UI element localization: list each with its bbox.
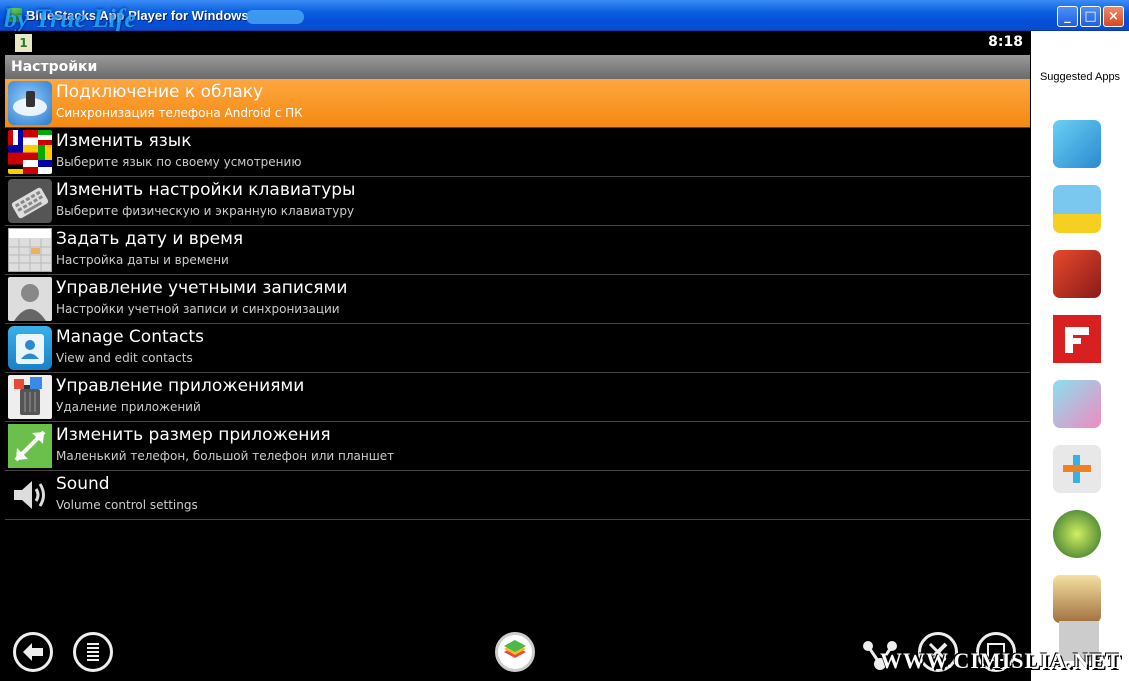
setting-subtitle: Настройка даты и времени <box>56 253 229 267</box>
settings-list: Подключение к облаку Синхронизация телеф… <box>5 79 1030 520</box>
setting-title: Задать дату и время <box>56 229 244 249</box>
status-bar: 1 8:18 <box>5 31 1030 55</box>
setting-subtitle: Маленький телефон, большой телефон или п… <box>56 449 395 463</box>
back-icon[interactable] <box>13 632 53 672</box>
setting-title: Sound <box>56 474 110 494</box>
setting-subtitle: View and edit contacts <box>56 351 193 365</box>
suggested-app-1-icon[interactable] <box>1053 120 1101 168</box>
suggested-app-4-icon[interactable] <box>1053 315 1101 363</box>
notification-icon[interactable]: 1 <box>15 34 32 52</box>
flags-icon <box>8 130 52 174</box>
close-button[interactable]: × <box>1103 6 1124 27</box>
setting-subtitle: Volume control settings <box>56 498 198 512</box>
menu-icon[interactable] <box>73 632 113 672</box>
blurred-region <box>246 10 304 24</box>
setting-app-size[interactable]: Изменить размер приложения Маленький тел… <box>5 422 1030 471</box>
setting-subtitle: Выберите физическую и экранную клавиатур… <box>56 204 355 218</box>
setting-title: Изменить настройки клавиатуры <box>56 180 356 200</box>
window-titlebar: BlueStacks App Player for Windows by Tru… <box>0 0 1129 33</box>
setting-cloud-connect[interactable]: Подключение к облаку Синхронизация телеф… <box>5 79 1030 128</box>
suggested-app-7-icon[interactable] <box>1053 510 1101 558</box>
calendar-icon <box>8 228 52 272</box>
watermark-text: by True Life <box>4 4 136 33</box>
site-watermark: WWW.CIMISLIA.NET <box>880 648 1122 673</box>
setting-title: Подключение к облаку <box>56 82 264 102</box>
setting-accounts[interactable]: Управление учетными записями Настройки у… <box>5 275 1030 324</box>
keyboard-icon <box>8 179 52 223</box>
setting-subtitle: Настройки учетной записи и синхронизации <box>56 302 340 316</box>
suggested-app-6-icon[interactable] <box>1053 445 1101 493</box>
setting-title: Manage Contacts <box>56 327 204 347</box>
suggested-app-3-icon[interactable] <box>1053 250 1101 298</box>
suggested-app-2-icon[interactable] <box>1053 185 1101 233</box>
setting-subtitle: Удаление приложений <box>56 400 201 414</box>
setting-date-time[interactable]: Задать дату и время Настройка даты и вре… <box>5 226 1030 275</box>
suggested-app-5-icon[interactable] <box>1053 380 1101 428</box>
contacts-icon <box>8 326 52 370</box>
speaker-icon <box>8 473 52 517</box>
minimize-button[interactable]: _ <box>1057 6 1078 27</box>
setting-applications[interactable]: Управление приложениями Удаление приложе… <box>5 373 1030 422</box>
setting-sound[interactable]: Sound Volume control settings <box>5 471 1030 520</box>
android-screen: 1 8:18 Настройки Подключение к облаку Си… <box>5 31 1030 681</box>
setting-title: Управление учетными записями <box>56 278 348 298</box>
setting-keyboard[interactable]: Изменить настройки клавиатуры Выберите ф… <box>5 177 1030 226</box>
setting-title: Изменить размер приложения <box>56 425 331 445</box>
resize-icon <box>8 424 52 468</box>
user-icon <box>8 277 52 321</box>
bluestacks-home-icon[interactable] <box>495 632 535 672</box>
setting-subtitle: Синхронизация телефона Android с ПК <box>56 106 303 120</box>
cloud-sync-icon <box>8 81 52 125</box>
suggested-apps-panel: Suggested Apps <box>1031 31 1129 681</box>
setting-subtitle: Выберите язык по своему усмотрению <box>56 155 302 169</box>
maximize-button[interactable]: □ <box>1080 6 1101 27</box>
suggested-app-8-icon[interactable] <box>1053 575 1101 623</box>
trash-apps-icon <box>8 375 52 419</box>
setting-title: Изменить язык <box>56 131 192 151</box>
status-clock: 8:18 <box>988 34 1023 50</box>
setting-title: Управление приложениями <box>56 376 305 396</box>
setting-contacts[interactable]: Manage Contacts View and edit contacts <box>5 324 1030 373</box>
suggested-apps-label: Suggested Apps <box>1039 71 1121 83</box>
setting-language[interactable]: Изменить язык Выберите язык по своему ус… <box>5 128 1030 177</box>
settings-header: Настройки <box>5 55 1030 79</box>
